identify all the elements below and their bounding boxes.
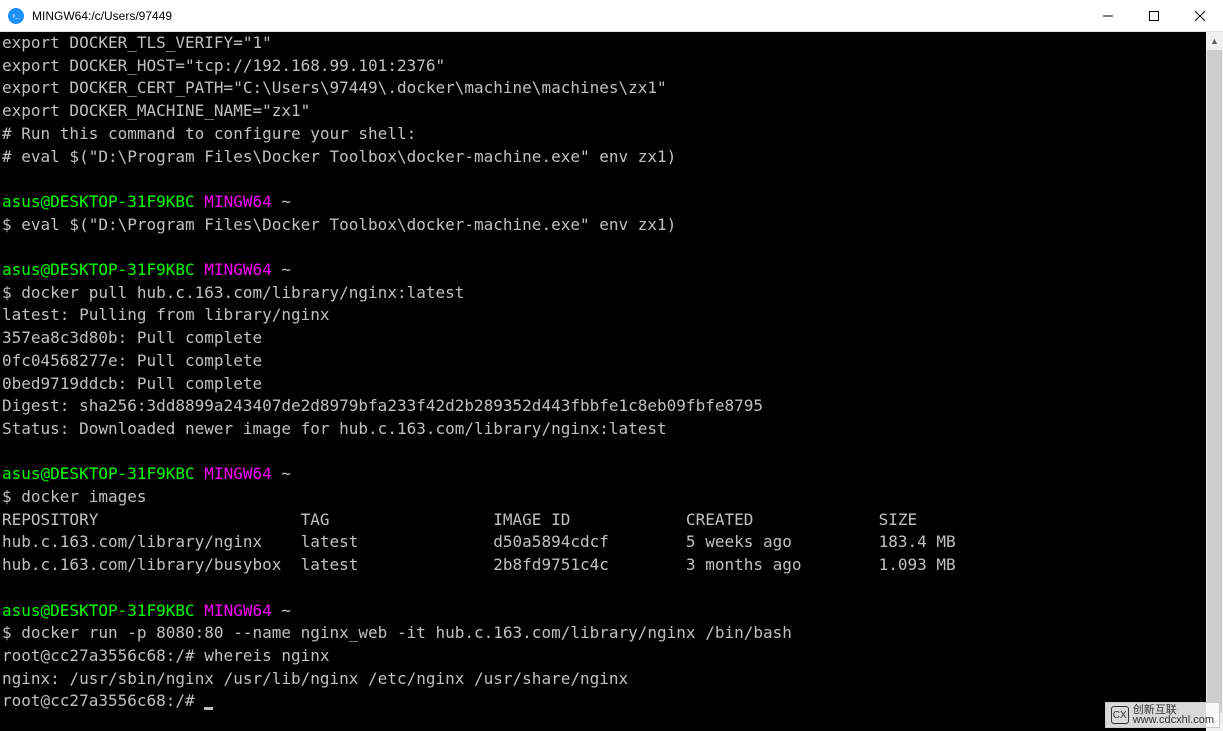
window-titlebar: ›_ MINGW64:/c/Users/97449 xyxy=(0,0,1223,32)
prompt-env: MINGW64 xyxy=(204,192,271,211)
watermark-logo: CX xyxy=(1111,706,1129,724)
output-line: latest: Pulling from library/nginx xyxy=(2,305,330,324)
prompt-user: asus@DESKTOP-31F9KBC xyxy=(2,260,195,279)
prompt-user: asus@DESKTOP-31F9KBC xyxy=(2,601,195,620)
output-line: 357ea8c3d80b: Pull complete xyxy=(2,328,262,347)
window-title: MINGW64:/c/Users/97449 xyxy=(32,9,172,23)
prompt-path: ~ xyxy=(281,601,291,620)
output-line: export DOCKER_TLS_VERIFY="1" xyxy=(2,33,272,52)
terminal-area[interactable]: export DOCKER_TLS_VERIFY="1" export DOCK… xyxy=(0,32,1223,731)
output-line: 0bed9719ddcb: Pull complete xyxy=(2,374,262,393)
prompt-env: MINGW64 xyxy=(204,601,271,620)
table-row: hub.c.163.com/library/nginx latest d50a5… xyxy=(2,532,956,551)
close-button[interactable] xyxy=(1177,0,1223,32)
output-line: root@cc27a3556c68:/# whereis nginx xyxy=(2,646,330,665)
prompt-path: ~ xyxy=(281,260,291,279)
prompt-path: ~ xyxy=(281,464,291,483)
scrollbar[interactable]: ▲ ▼ xyxy=(1206,32,1223,731)
prompt-path: ~ xyxy=(281,192,291,211)
minimize-button[interactable] xyxy=(1085,0,1131,32)
command-line: $ docker run -p 8080:80 --name nginx_web… xyxy=(2,623,792,642)
command-line: $ eval $("D:\Program Files\Docker Toolbo… xyxy=(2,215,676,234)
prompt-env: MINGW64 xyxy=(204,464,271,483)
prompt-env: MINGW64 xyxy=(204,260,271,279)
prompt-root: root@cc27a3556c68:/# xyxy=(2,691,204,710)
output-line: nginx: /usr/sbin/nginx /usr/lib/nginx /e… xyxy=(2,669,628,688)
watermark: CX 创新互联 www.cdcxhl.com xyxy=(1105,702,1220,728)
output-line: Status: Downloaded newer image for hub.c… xyxy=(2,419,667,438)
command-line: $ docker images xyxy=(2,487,147,506)
prompt-user: asus@DESKTOP-31F9KBC xyxy=(2,464,195,483)
watermark-line2: www.cdcxhl.com xyxy=(1133,715,1214,725)
maximize-button[interactable] xyxy=(1131,0,1177,32)
scroll-thumb[interactable] xyxy=(1207,50,1222,713)
output-line: export DOCKER_CERT_PATH="C:\Users\97449\… xyxy=(2,78,667,97)
output-line: export DOCKER_MACHINE_NAME="zx1" xyxy=(2,101,310,120)
scroll-up-icon[interactable]: ▲ xyxy=(1206,32,1223,49)
prompt-user: asus@DESKTOP-31F9KBC xyxy=(2,192,195,211)
table-row: hub.c.163.com/library/busybox latest 2b8… xyxy=(2,555,956,574)
table-header: REPOSITORY TAG IMAGE ID CREATED SIZE xyxy=(2,510,917,529)
output-line: Digest: sha256:3dd8899a243407de2d8979bfa… xyxy=(2,396,763,415)
app-icon: ›_ xyxy=(8,8,24,24)
command-line: $ docker pull hub.c.163.com/library/ngin… xyxy=(2,283,464,302)
output-line: # Run this command to configure your she… xyxy=(2,124,416,143)
cursor xyxy=(204,707,213,710)
output-line: export DOCKER_HOST="tcp://192.168.99.101… xyxy=(2,56,445,75)
output-line: 0fc04568277e: Pull complete xyxy=(2,351,262,370)
output-line: # eval $("D:\Program Files\Docker Toolbo… xyxy=(2,147,676,166)
